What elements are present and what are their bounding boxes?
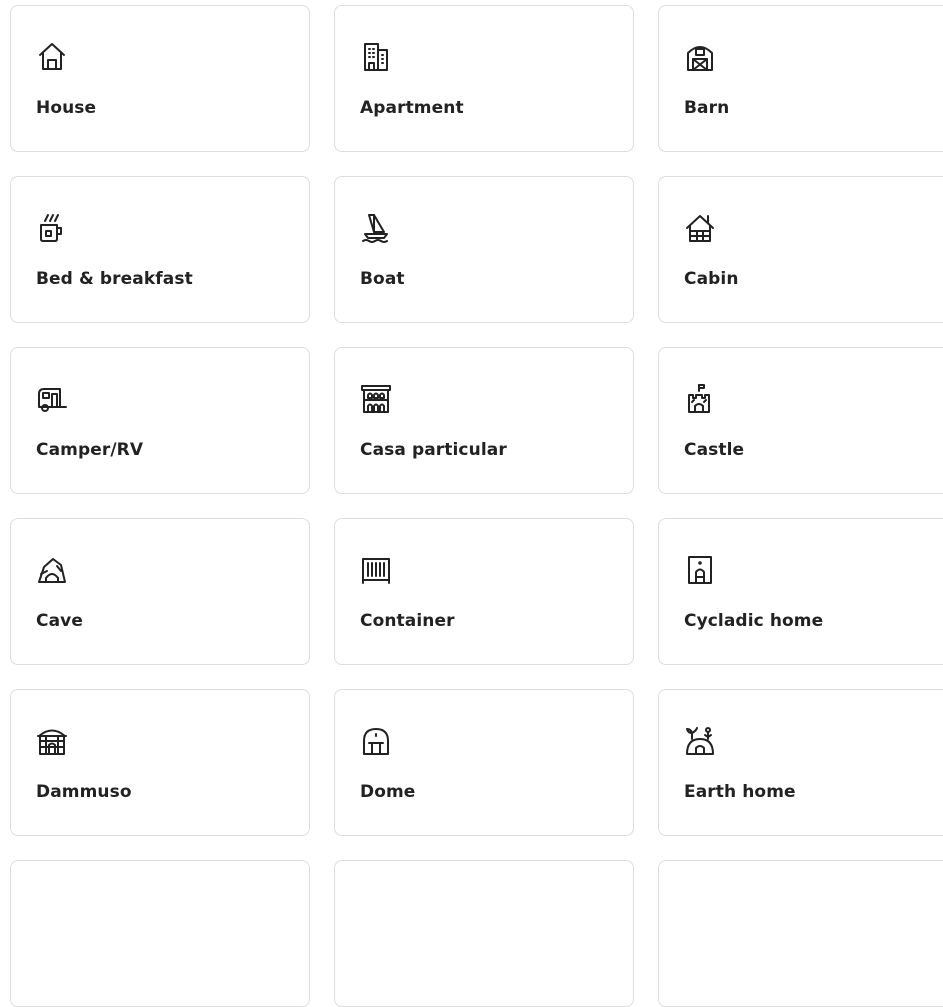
property-type-label: Cabin — [684, 269, 739, 289]
property-type-card-partial[interactable] — [334, 860, 634, 1007]
property-type-label: Barn — [684, 98, 730, 118]
property-type-cabin[interactable]: Cabin — [658, 176, 943, 323]
property-type-label: Dome — [360, 782, 416, 802]
property-type-grid: House Apartment Barn Bed & breakfast Boa… — [10, 5, 943, 1007]
property-type-label: Castle — [684, 440, 745, 460]
boat-icon — [360, 212, 392, 244]
property-type-label: Boat — [360, 269, 405, 289]
cabin-icon — [684, 212, 716, 244]
property-type-castle[interactable]: Castle — [658, 347, 943, 494]
property-type-container[interactable]: Container — [334, 518, 634, 665]
property-type-label: Container — [360, 611, 455, 631]
cycladic-home-icon — [684, 554, 716, 586]
property-type-bed-breakfast[interactable]: Bed & breakfast — [10, 176, 310, 323]
property-type-label: Apartment — [360, 98, 464, 118]
property-type-barn[interactable]: Barn — [658, 5, 943, 152]
earth-home-icon — [684, 725, 716, 757]
property-type-dome[interactable]: Dome — [334, 689, 634, 836]
property-type-earth-home[interactable]: Earth home — [658, 689, 943, 836]
property-type-house[interactable]: House — [10, 5, 310, 152]
castle-icon — [684, 383, 716, 415]
property-type-label: Casa particular — [360, 440, 507, 460]
property-type-card-partial[interactable] — [10, 860, 310, 1007]
cave-icon — [36, 554, 68, 586]
bed-breakfast-icon — [36, 212, 68, 244]
container-icon — [360, 554, 392, 586]
dammuso-icon — [36, 725, 68, 757]
property-type-label: Earth home — [684, 782, 796, 802]
casa-particular-icon — [360, 383, 392, 415]
property-type-label: Camper/RV — [36, 440, 144, 460]
property-type-cycladic-home[interactable]: Cycladic home — [658, 518, 943, 665]
property-type-label: Cave — [36, 611, 83, 631]
property-type-casa-particular[interactable]: Casa particular — [334, 347, 634, 494]
property-type-apartment[interactable]: Apartment — [334, 5, 634, 152]
property-type-camper[interactable]: Camper/RV — [10, 347, 310, 494]
property-type-card-partial[interactable] — [658, 860, 943, 1007]
property-type-dammuso[interactable]: Dammuso — [10, 689, 310, 836]
barn-icon — [684, 41, 716, 73]
dome-icon — [360, 725, 392, 757]
property-type-cave[interactable]: Cave — [10, 518, 310, 665]
property-type-label: Cycladic home — [684, 611, 824, 631]
property-type-label: Bed & breakfast — [36, 269, 193, 289]
apartment-icon — [360, 41, 392, 73]
house-icon — [36, 41, 68, 73]
property-type-label: House — [36, 98, 97, 118]
camper-icon — [36, 383, 68, 415]
property-type-boat[interactable]: Boat — [334, 176, 634, 323]
property-type-label: Dammuso — [36, 782, 132, 802]
